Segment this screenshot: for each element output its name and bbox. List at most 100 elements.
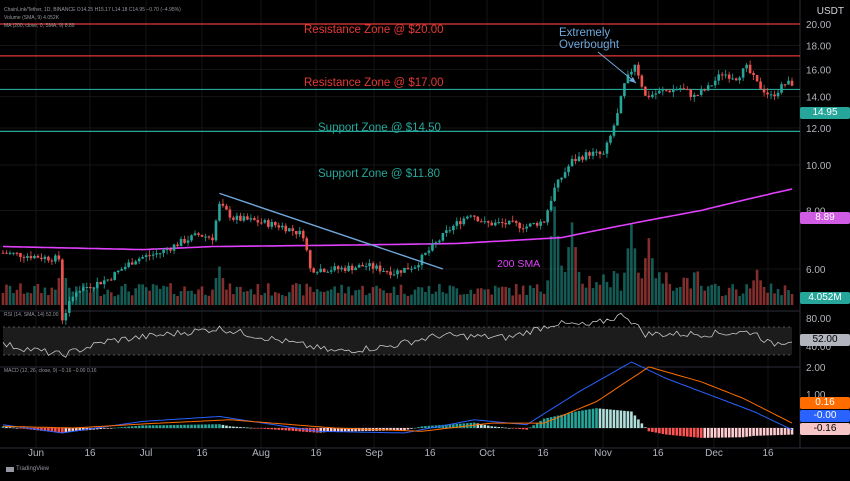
macd-histogram-bar — [637, 419, 640, 428]
candle-body — [406, 267, 410, 270]
candle-body — [61, 259, 64, 321]
volume-indicator-label: Volume (SMA, 9) 4.052K — [4, 15, 60, 21]
volume-bar — [15, 289, 19, 305]
candle-body — [787, 80, 790, 85]
candle-body — [322, 268, 326, 273]
candle-body — [40, 257, 43, 259]
candle-body — [570, 158, 574, 167]
candle-body — [36, 255, 40, 258]
candle-body — [780, 84, 783, 93]
candle-body — [738, 77, 741, 81]
candle-body — [783, 84, 787, 86]
candle-body — [500, 222, 504, 224]
volume-bar — [378, 288, 382, 305]
volume-bar — [277, 293, 281, 305]
macd-histogram-bar — [654, 428, 658, 433]
macd-histogram-bar — [780, 428, 783, 435]
macd-histogram-bar — [665, 428, 668, 435]
volume-bar — [106, 289, 110, 305]
volume-bar — [479, 288, 483, 305]
candle-body — [748, 64, 752, 73]
candle-body — [567, 166, 570, 173]
chart-canvas[interactable]: 20.0018.0016.0014.0012.0010.008.006.0080… — [0, 0, 850, 476]
macd-histogram-bar — [197, 424, 200, 428]
volume-bar — [441, 292, 445, 305]
volume-bar — [12, 293, 15, 305]
candle-body — [141, 257, 144, 259]
volume-bar — [127, 291, 130, 305]
candle-body — [54, 255, 57, 262]
volume-bar — [26, 292, 29, 305]
volume-bar — [256, 283, 260, 305]
volume-bar — [123, 283, 127, 305]
candle-body — [661, 90, 665, 92]
volume-bar — [221, 278, 225, 305]
macd-histogram-bar — [204, 424, 207, 428]
price-tick-label: 18.00 — [806, 41, 831, 52]
candle-body — [640, 75, 644, 87]
volume-bar — [102, 294, 106, 305]
macd-histogram-bar — [270, 428, 274, 430]
volume-bar — [762, 287, 766, 305]
macd-histogram-bar — [267, 428, 270, 430]
volume-bar — [563, 271, 567, 305]
candle-body — [584, 152, 588, 160]
candle-body — [354, 267, 357, 271]
volume-bar — [434, 291, 438, 305]
volume-bar — [294, 283, 298, 305]
time-tick-label: 16 — [762, 448, 774, 459]
candle-body — [759, 81, 762, 89]
volume-bar — [85, 290, 89, 305]
macd-histogram-bar — [172, 424, 176, 428]
volume-bar — [752, 280, 755, 305]
volume-bar — [469, 289, 473, 305]
volume-bar — [696, 271, 700, 305]
candle-body — [260, 222, 263, 224]
macd-histogram-bar — [151, 425, 155, 428]
candle-body — [734, 78, 738, 81]
candle-body — [235, 215, 239, 220]
macd-histogram-bar — [699, 428, 703, 438]
volume-bar — [651, 258, 654, 305]
candle-body — [637, 64, 640, 76]
volume-bar — [780, 295, 783, 305]
volume-bar — [438, 284, 441, 305]
macd-histogram-bar — [490, 426, 494, 428]
macd-histogram-bar — [130, 426, 134, 428]
volume-bar — [483, 289, 487, 305]
candle-body — [12, 252, 15, 254]
price-tick-label: 20.00 — [806, 20, 831, 31]
volume-bar — [33, 285, 36, 305]
macd-histogram-bar — [539, 420, 542, 428]
candle-body — [158, 253, 162, 255]
candle-body — [441, 233, 445, 241]
tradingview-logo[interactable]: TradingView — [6, 466, 49, 472]
volume-bar — [172, 293, 176, 305]
overbought-label-line1: Extremely — [559, 27, 611, 39]
volume-bar — [88, 292, 92, 305]
candle-body — [553, 187, 556, 201]
volume-bar — [703, 290, 707, 305]
volume-bar — [54, 289, 57, 305]
macd-histogram-bar — [616, 410, 619, 428]
candle-body — [483, 221, 487, 223]
volume-bar — [731, 284, 734, 305]
macd-histogram-bar — [424, 426, 427, 428]
candle-body — [696, 94, 700, 96]
volume-bar — [689, 288, 693, 305]
macd-histogram-bar — [651, 428, 654, 432]
candle-body — [689, 89, 693, 98]
rsi-band — [3, 327, 792, 355]
candle-body — [92, 287, 96, 289]
macd-histogram-bar — [626, 411, 630, 428]
candle-body — [284, 225, 288, 232]
candle-body — [420, 254, 424, 266]
macd-histogram-bar — [630, 411, 633, 428]
macd-histogram-bar — [661, 428, 665, 434]
volume-bar — [144, 287, 148, 305]
macd-histogram-bar — [752, 428, 755, 436]
volume-bar — [706, 286, 710, 305]
tradingview-icon — [6, 466, 14, 472]
candle-body — [612, 125, 616, 136]
candle-body — [19, 253, 22, 257]
